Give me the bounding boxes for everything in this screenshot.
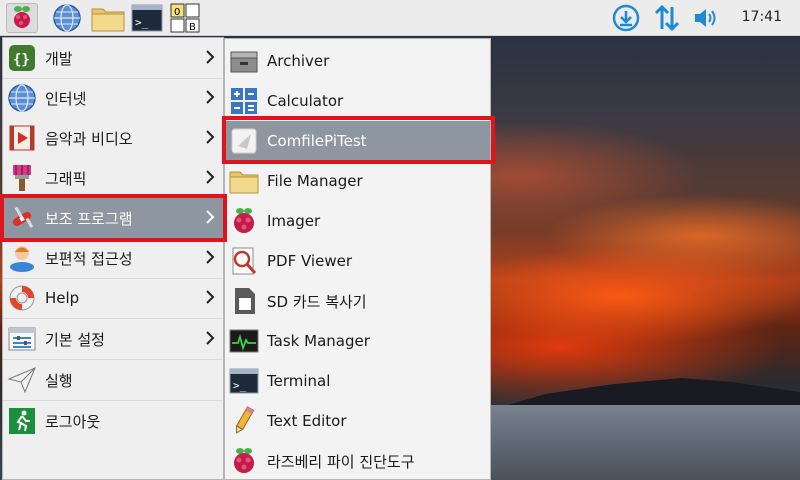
menu-item-label: 보조 프로그램 bbox=[45, 209, 133, 228]
sd-card-icon bbox=[235, 288, 255, 314]
keyboard-key-b: B bbox=[189, 22, 196, 33]
menu-item-run[interactable]: 실행 bbox=[3, 360, 223, 400]
paper-plane-icon bbox=[7, 367, 36, 394]
menu-item-internet[interactable]: 인터넷 bbox=[3, 78, 223, 118]
submenu-item-sd-card-copier[interactable]: SD 카드 복사기 bbox=[225, 281, 490, 321]
web-browser-button[interactable] bbox=[52, 3, 82, 33]
chevron-right-icon bbox=[206, 250, 215, 264]
chevron-right-icon bbox=[206, 170, 215, 184]
start-menu-button[interactable] bbox=[6, 3, 38, 33]
keyboard-key-a: 0 bbox=[174, 7, 180, 18]
submenu-item-label: Task Manager bbox=[267, 332, 370, 350]
terminal-icon: >_ bbox=[131, 4, 163, 32]
menu-item-label: 개발 bbox=[45, 49, 73, 68]
keyboard-layout-icon: 0 B bbox=[170, 3, 200, 33]
menu-item-label: 음악과 비디오 bbox=[45, 129, 133, 148]
menu-item-universal-access[interactable]: 보편적 접근성 bbox=[3, 238, 223, 278]
menu-item-label: 보편적 접근성 bbox=[45, 249, 133, 268]
submenu-item-file-manager[interactable]: File Manager bbox=[225, 161, 490, 201]
pdf-viewer-icon bbox=[232, 247, 257, 275]
submenu-item-label: Imager bbox=[267, 212, 321, 230]
file-manager-icon bbox=[91, 8, 125, 32]
text-editor-icon bbox=[235, 406, 255, 434]
preferences-icon bbox=[8, 327, 36, 351]
download-icon bbox=[612, 4, 640, 32]
submenu-item-task-manager[interactable]: Task Manager bbox=[225, 321, 490, 361]
archive-icon bbox=[230, 51, 258, 73]
submenu-item-label: Text Editor bbox=[267, 412, 347, 430]
submenu-item-label: Calculator bbox=[267, 92, 344, 110]
folder-icon bbox=[229, 171, 259, 194]
file-manager-button[interactable] bbox=[91, 3, 125, 33]
menu-item-label: Help bbox=[45, 289, 80, 307]
network-button[interactable] bbox=[652, 3, 682, 33]
application-icon bbox=[231, 128, 257, 154]
menu-item-programming[interactable]: {} 개발 bbox=[3, 38, 223, 78]
submenu-item-label: SD 카드 복사기 bbox=[267, 292, 367, 311]
menu-item-label: 인터넷 bbox=[45, 89, 87, 108]
paintbrush-icon bbox=[13, 165, 31, 191]
media-icon bbox=[9, 125, 35, 151]
chevron-right-icon bbox=[206, 50, 215, 64]
menu-item-preferences[interactable]: 기본 설정 bbox=[3, 319, 223, 359]
submenu-item-label: Terminal bbox=[267, 372, 331, 390]
submenu-item-text-editor[interactable]: Text Editor bbox=[225, 401, 490, 441]
volume-button[interactable] bbox=[691, 3, 721, 33]
menu-item-label: 실행 bbox=[45, 371, 73, 390]
programming-icon: {} bbox=[9, 45, 35, 71]
submenu-item-label: Archiver bbox=[267, 52, 330, 70]
chevron-right-icon bbox=[206, 331, 215, 345]
volume-icon bbox=[695, 9, 716, 27]
chevron-right-icon bbox=[206, 210, 215, 224]
exit-icon bbox=[9, 408, 35, 434]
svg-text:>_: >_ bbox=[135, 16, 149, 29]
raspberry-icon bbox=[14, 6, 30, 28]
terminal-button[interactable]: >_ bbox=[131, 3, 163, 33]
raspberry-icon bbox=[234, 208, 254, 233]
menu-item-sound-video[interactable]: 음악과 비디오 bbox=[3, 118, 223, 158]
chevron-right-icon bbox=[206, 130, 215, 144]
svg-text:>_: >_ bbox=[233, 379, 247, 392]
submenu-item-raspberry-pi-diagnostics[interactable]: 라즈베리 파이 진단도구 bbox=[225, 441, 490, 480]
menu-item-label: 기본 설정 bbox=[45, 330, 105, 349]
terminal-icon: >_ bbox=[229, 368, 259, 394]
menu-item-help[interactable]: Help bbox=[3, 278, 223, 318]
calculator-icon bbox=[231, 88, 257, 114]
menu-item-label: 그래픽 bbox=[45, 169, 87, 188]
submenu-item-comfilepitest[interactable]: ComfilePiTest bbox=[225, 121, 490, 161]
submenu-item-archiver[interactable]: Archiver bbox=[225, 41, 490, 81]
web-browser-icon bbox=[53, 4, 81, 32]
globe-icon bbox=[8, 84, 36, 112]
menu-item-graphics[interactable]: 그래픽 bbox=[3, 158, 223, 198]
menu-item-accessories[interactable]: 보조 프로그램 bbox=[3, 198, 223, 238]
sea bbox=[490, 405, 800, 480]
submenu-item-label: File Manager bbox=[267, 172, 363, 190]
submenu-item-calculator[interactable]: Calculator bbox=[225, 81, 490, 121]
accessories-submenu: Archiver Calculator ComfilePiTest File M… bbox=[224, 38, 491, 480]
swiss-knife-icon bbox=[12, 206, 34, 228]
taskbar: >_ 0 B 17:41 bbox=[0, 0, 800, 36]
lifebuoy-icon bbox=[9, 285, 35, 311]
main-menu: {} 개발 인터넷 음악과 비디오 그래픽 보조 프로그램 보편적 접근성 He… bbox=[2, 37, 224, 480]
chevron-right-icon bbox=[206, 90, 215, 104]
submenu-item-pdf-viewer[interactable]: PDF Viewer bbox=[225, 241, 490, 281]
clock[interactable]: 17:41 bbox=[742, 9, 782, 25]
submenu-item-imager[interactable]: Imager bbox=[225, 201, 490, 241]
accessibility-icon bbox=[10, 246, 34, 272]
submenu-item-label: ComfilePiTest bbox=[267, 132, 367, 150]
chevron-right-icon bbox=[206, 290, 215, 304]
menu-item-label: 로그아웃 bbox=[45, 412, 101, 431]
submenu-item-label: PDF Viewer bbox=[267, 252, 352, 270]
submenu-item-label: 라즈베리 파이 진단도구 bbox=[267, 452, 415, 471]
menu-item-logout[interactable]: 로그아웃 bbox=[3, 401, 223, 441]
keyboard-layout-indicator[interactable]: 0 B bbox=[170, 3, 202, 33]
raspberry-icon bbox=[234, 448, 254, 473]
download-button[interactable] bbox=[611, 3, 641, 33]
svg-text:{}: {} bbox=[13, 52, 30, 68]
task-manager-icon bbox=[229, 329, 259, 353]
network-icon bbox=[654, 4, 680, 32]
submenu-item-terminal[interactable]: >_ Terminal bbox=[225, 361, 490, 401]
